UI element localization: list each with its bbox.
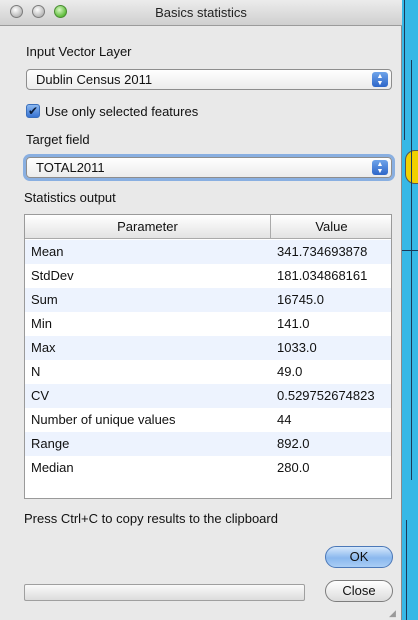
param-cell: Median <box>31 460 74 475</box>
checkmark-icon: ✔ <box>27 104 39 118</box>
value-cell: 892.0 <box>277 436 310 451</box>
table-row[interactable]: StdDev 181.034868161 <box>25 264 391 288</box>
value-cell: 181.034868161 <box>277 268 368 283</box>
table-row[interactable]: Max 1033.0 <box>25 336 391 360</box>
window-title: Basics statistics <box>155 5 247 20</box>
basic-statistics-dialog: Basics statistics Input Vector Layer Dub… <box>0 0 402 620</box>
param-cell: Range <box>31 436 70 451</box>
table-row[interactable]: Median 280.0 <box>25 456 391 480</box>
column-header-value[interactable]: Value <box>272 215 391 239</box>
copy-hint: Press Ctrl+C to copy results to the clip… <box>24 511 278 526</box>
table-row[interactable]: N 49.0 <box>25 360 391 384</box>
up-down-arrows-icon: ▲ ▼ <box>372 160 388 175</box>
map-boundary <box>402 250 418 251</box>
table-row[interactable]: Range 892.0 <box>25 432 391 456</box>
param-cell: Mean <box>31 244 64 259</box>
statistics-table[interactable]: Parameter Value Mean 341.734693878 StdDe… <box>24 214 392 499</box>
table-row[interactable]: Number of unique values 44 <box>25 408 391 432</box>
input-layer-select[interactable]: Dublin Census 2011 ▲ ▼ <box>26 69 392 90</box>
map-boundary <box>411 60 412 480</box>
map-boundary <box>406 520 407 620</box>
param-cell: Number of unique values <box>31 412 176 427</box>
param-cell: N <box>31 364 41 379</box>
column-header-parameter[interactable]: Parameter <box>25 215 271 239</box>
table-header: Parameter Value <box>25 215 391 239</box>
selected-features-label: Use only selected features <box>45 104 199 119</box>
progress-bar <box>24 584 305 601</box>
up-down-arrows-icon: ▲ ▼ <box>372 72 388 87</box>
value-cell: 341.734693878 <box>277 244 368 259</box>
title-bar[interactable]: Basics statistics <box>0 0 402 26</box>
value-cell: 49.0 <box>277 364 303 379</box>
target-field-value: TOTAL2011 <box>36 160 105 175</box>
value-cell: 44 <box>277 412 292 427</box>
param-cell: Max <box>31 340 56 355</box>
table-row[interactable]: Min 141.0 <box>25 312 391 336</box>
selected-features-checkbox[interactable]: ✔ <box>26 104 40 118</box>
resize-grip-icon[interactable]: ◢ <box>389 608 399 618</box>
value-cell: 141.0 <box>277 316 310 331</box>
target-field-label: Target field <box>26 132 90 147</box>
table-row[interactable]: Mean 341.734693878 <box>25 240 391 264</box>
value-cell: 16745.0 <box>277 292 324 307</box>
table-row[interactable]: CV 0.529752674823 <box>25 384 391 408</box>
ok-button[interactable]: OK <box>325 546 393 568</box>
background-map-strip <box>402 0 418 620</box>
map-boundary <box>404 0 405 140</box>
table-row[interactable]: Sum 16745.0 <box>25 288 391 312</box>
close-button[interactable]: Close <box>325 580 393 602</box>
param-cell: Min <box>31 316 52 331</box>
param-cell: CV <box>31 388 50 403</box>
param-cell: StdDev <box>31 268 74 283</box>
param-cell: Sum <box>31 292 58 307</box>
value-cell: 280.0 <box>277 460 310 475</box>
target-field-select[interactable]: TOTAL2011 ▲ ▼ <box>26 157 392 178</box>
input-layer-label: Input Vector Layer <box>26 44 132 59</box>
statistics-output-label: Statistics output <box>24 190 116 205</box>
value-cell: 1033.0 <box>277 340 317 355</box>
input-layer-value: Dublin Census 2011 <box>36 72 153 87</box>
value-cell: 0.529752674823 <box>277 388 375 403</box>
